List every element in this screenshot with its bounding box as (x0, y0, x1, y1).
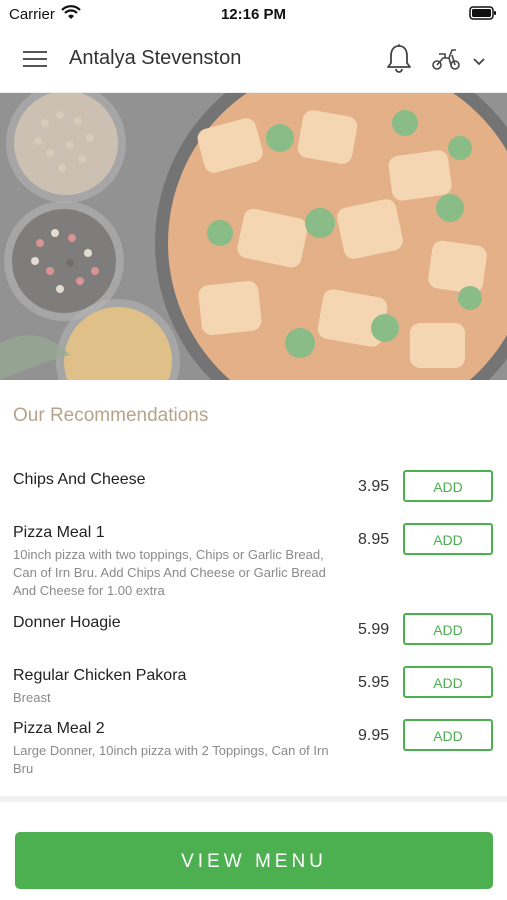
status-bar: Carrier 12:16 PM (0, 0, 507, 28)
item-name: Pizza Meal 2 (13, 720, 105, 737)
menu-icon[interactable] (23, 50, 47, 73)
restaurant-title: Antalya Stevenston (69, 47, 242, 69)
add-button[interactable]: ADD (403, 523, 493, 555)
item-name: Regular Chicken Pakora (13, 667, 187, 684)
item-name: Chips And Cheese (13, 471, 146, 488)
hero-food-image (0, 93, 507, 380)
status-time: 12:16 PM (220, 6, 287, 23)
app-header: Antalya Stevenston (0, 28, 507, 93)
item-name: Donner Hoagie (13, 614, 121, 631)
battery-icon (469, 6, 497, 24)
divider (0, 796, 507, 802)
item-price: 5.95 (358, 674, 390, 691)
item-description: 10inch pizza with two toppings, Chips or… (13, 547, 326, 598)
chevron-down-icon[interactable] (472, 54, 486, 72)
item-name: Pizza Meal 1 (13, 524, 105, 541)
add-button[interactable]: ADD (403, 666, 493, 698)
add-button[interactable]: ADD (403, 470, 493, 502)
item-price: 9.95 (358, 727, 390, 744)
scooter-icon[interactable] (431, 46, 461, 77)
item-price: 3.95 (358, 478, 390, 495)
bell-icon[interactable] (386, 44, 412, 79)
item-price: 5.99 (358, 621, 390, 638)
item-description: Large Donner, 10inch pizza with 2 Toppin… (13, 743, 329, 776)
item-description: Breast (13, 690, 51, 705)
add-button[interactable]: ADD (403, 613, 493, 645)
view-menu-button[interactable]: VIEW MENU (15, 832, 493, 889)
item-price: 8.95 (358, 531, 390, 548)
add-button[interactable]: ADD (403, 719, 493, 751)
recommendations-title: Our Recommendations (13, 405, 209, 426)
